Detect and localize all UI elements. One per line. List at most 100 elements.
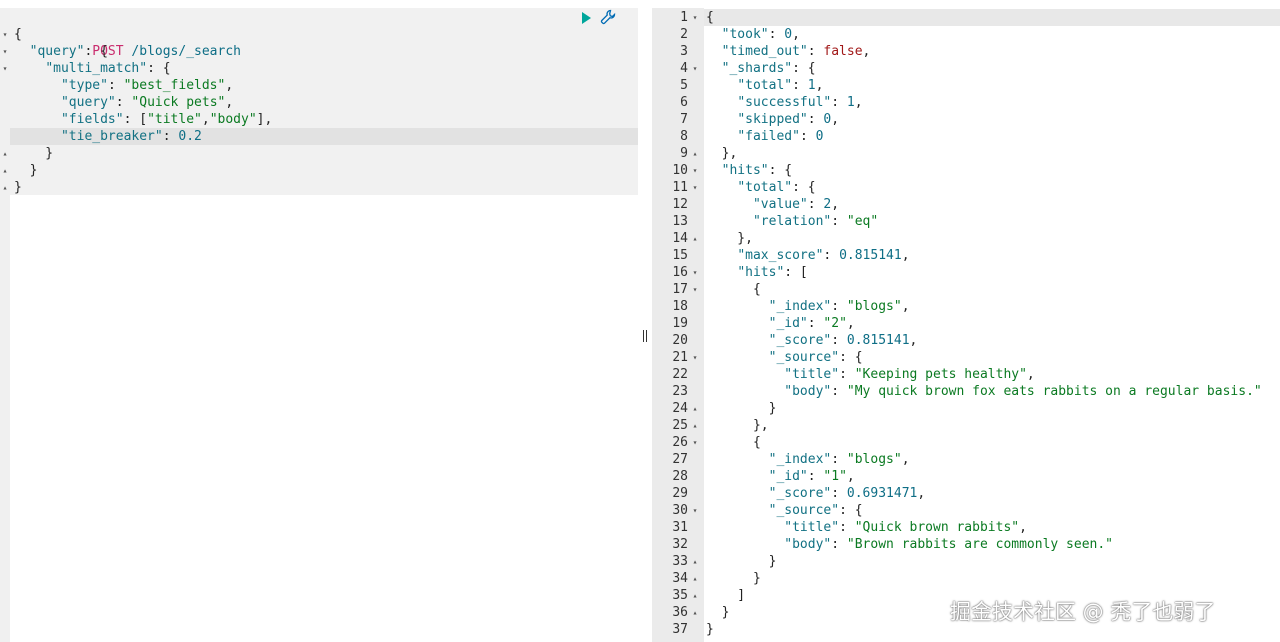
fold-toggle-icon[interactable]: ▾ [690,434,700,451]
code-token: , [831,197,840,212]
line-number: 20 [672,333,688,348]
code-token: , [901,248,910,263]
request-line[interactable]: ▴} [0,179,63,196]
code-token: : { [792,180,816,195]
code-token: }, [706,418,769,433]
response-line-code: "skipped": 0, [706,111,839,128]
fold-toggle-icon[interactable]: ▾ [690,162,700,179]
fold-toggle-icon[interactable]: ▾ [690,9,700,26]
response-line-code: "_score": 0.6931471, [706,485,926,502]
line-number: 3 [680,44,688,59]
response-line-code: "_index": "blogs", [706,451,910,468]
code-token: "value" [752,197,808,212]
resizer-grip-icon[interactable] [643,330,647,342]
response-line-code: { [706,9,714,26]
fold-toggle-icon[interactable]: ▾ [0,26,10,43]
fold-toggle-icon[interactable]: ▴ [690,553,700,570]
code-token: "failed" [737,129,800,144]
fold-toggle-icon[interactable]: ▾ [0,60,10,77]
code-token: "_index" [768,299,832,314]
code-token: : [831,537,847,552]
fold-toggle-icon[interactable]: ▾ [0,43,10,60]
code-token: : [ [784,265,808,280]
code-token: , [862,44,871,59]
fold-toggle-icon[interactable]: ▾ [690,502,700,519]
code-token: } [14,163,38,178]
fold-toggle-icon[interactable]: ▴ [0,179,10,196]
request-line[interactable]: ▴ } [0,145,63,162]
code-token: , [225,78,234,93]
fold-toggle-icon[interactable]: ▴ [0,145,10,162]
line-number: 27 [672,452,688,467]
pane-resizer[interactable] [638,0,652,642]
line-number: 14 [672,231,688,246]
fold-toggle-icon[interactable]: ▴ [690,604,700,621]
code-token: : [807,44,824,59]
line-number: 31 [672,520,688,535]
line-number: 29 [672,486,688,501]
line-number: 13 [672,214,688,229]
code-token: 0.815141 [846,333,910,348]
request-editor[interactable]: POST /blogs/_search ▾{▾ "query": {▾ "mul… [0,0,638,642]
response-line-code: "title": "Quick brown rabbits", [706,519,1027,536]
fold-toggle-icon[interactable]: ▴ [690,400,700,417]
response-line-code: "body": "Brown rabbits are commonly seen… [706,536,1113,553]
request-line[interactable]: "query": "Quick pets", [0,94,233,111]
fold-toggle-icon[interactable]: ▾ [690,60,700,77]
line-number: 15 [672,248,688,263]
fold-toggle-icon[interactable]: ▾ [690,349,700,366]
wrench-icon[interactable] [599,9,617,27]
code-token: "title" [147,112,202,127]
code-token: 1 [846,95,855,110]
request-line-code: "type": "best_fields", [14,77,233,94]
fold-toggle-icon[interactable]: ▴ [690,587,700,604]
request-line-code: "multi_match": { [14,60,170,77]
request-line[interactable]: POST /blogs/_search [0,9,241,59]
code-token: : { [84,44,108,59]
request-line[interactable]: "tie_breaker": 0.2 [0,128,202,145]
line-number: 25 [672,418,688,433]
request-body[interactable]: ▾{▾ "query": {▾ "multi_match": { "type":… [0,26,273,196]
play-icon[interactable] [582,12,591,24]
code-token: "2" [823,316,847,331]
request-line[interactable]: ▴ } [0,162,63,179]
fold-toggle-icon[interactable]: ▾ [690,179,700,196]
request-line[interactable]: ▾{ [0,26,63,43]
request-line-code: } [14,145,53,162]
line-number: 32 [672,537,688,552]
line-number: 35 [672,588,688,603]
code-token: "title" [784,367,840,382]
line-number: 19 [672,316,688,331]
request-line[interactable]: "type": "best_fields", [0,77,233,94]
fold-toggle-icon[interactable]: ▴ [690,230,700,247]
line-number: 17 [672,282,688,297]
fold-toggle-icon[interactable]: ▴ [690,417,700,434]
response-line-code: { [706,281,761,298]
code-token: { [706,282,761,297]
code-token: }, [706,146,738,161]
fold-toggle-icon[interactable]: ▾ [690,281,700,298]
fold-toggle-icon[interactable]: ▾ [690,264,700,281]
response-line-code: } [706,604,730,621]
fold-toggle-icon[interactable]: ▴ [690,570,700,587]
request-line[interactable]: "fields": ["title","body"], [0,111,272,128]
code-token: , [901,452,910,467]
code-token: } [14,180,22,195]
line-number: 10 [672,163,688,178]
code-token: : [807,316,824,331]
request-line[interactable]: ▾ "multi_match": { [0,60,171,77]
line-number: 37 [672,622,688,637]
code-token: 0 [784,27,793,42]
response-viewer[interactable]: 1 ▾{2 "took": 0, 3 "timed_out": false, 4 ▾ "… [652,0,1280,642]
request-line[interactable]: ▾ "query": { [0,43,108,60]
request-lines[interactable]: POST /blogs/_search ▾{▾ "query": {▾ "mul… [0,9,273,196]
code-token: : [162,129,179,144]
fold-toggle-icon[interactable]: ▴ [690,145,700,162]
code-token: "type" [60,78,108,93]
fold-toggle-icon[interactable]: ▴ [0,162,10,179]
